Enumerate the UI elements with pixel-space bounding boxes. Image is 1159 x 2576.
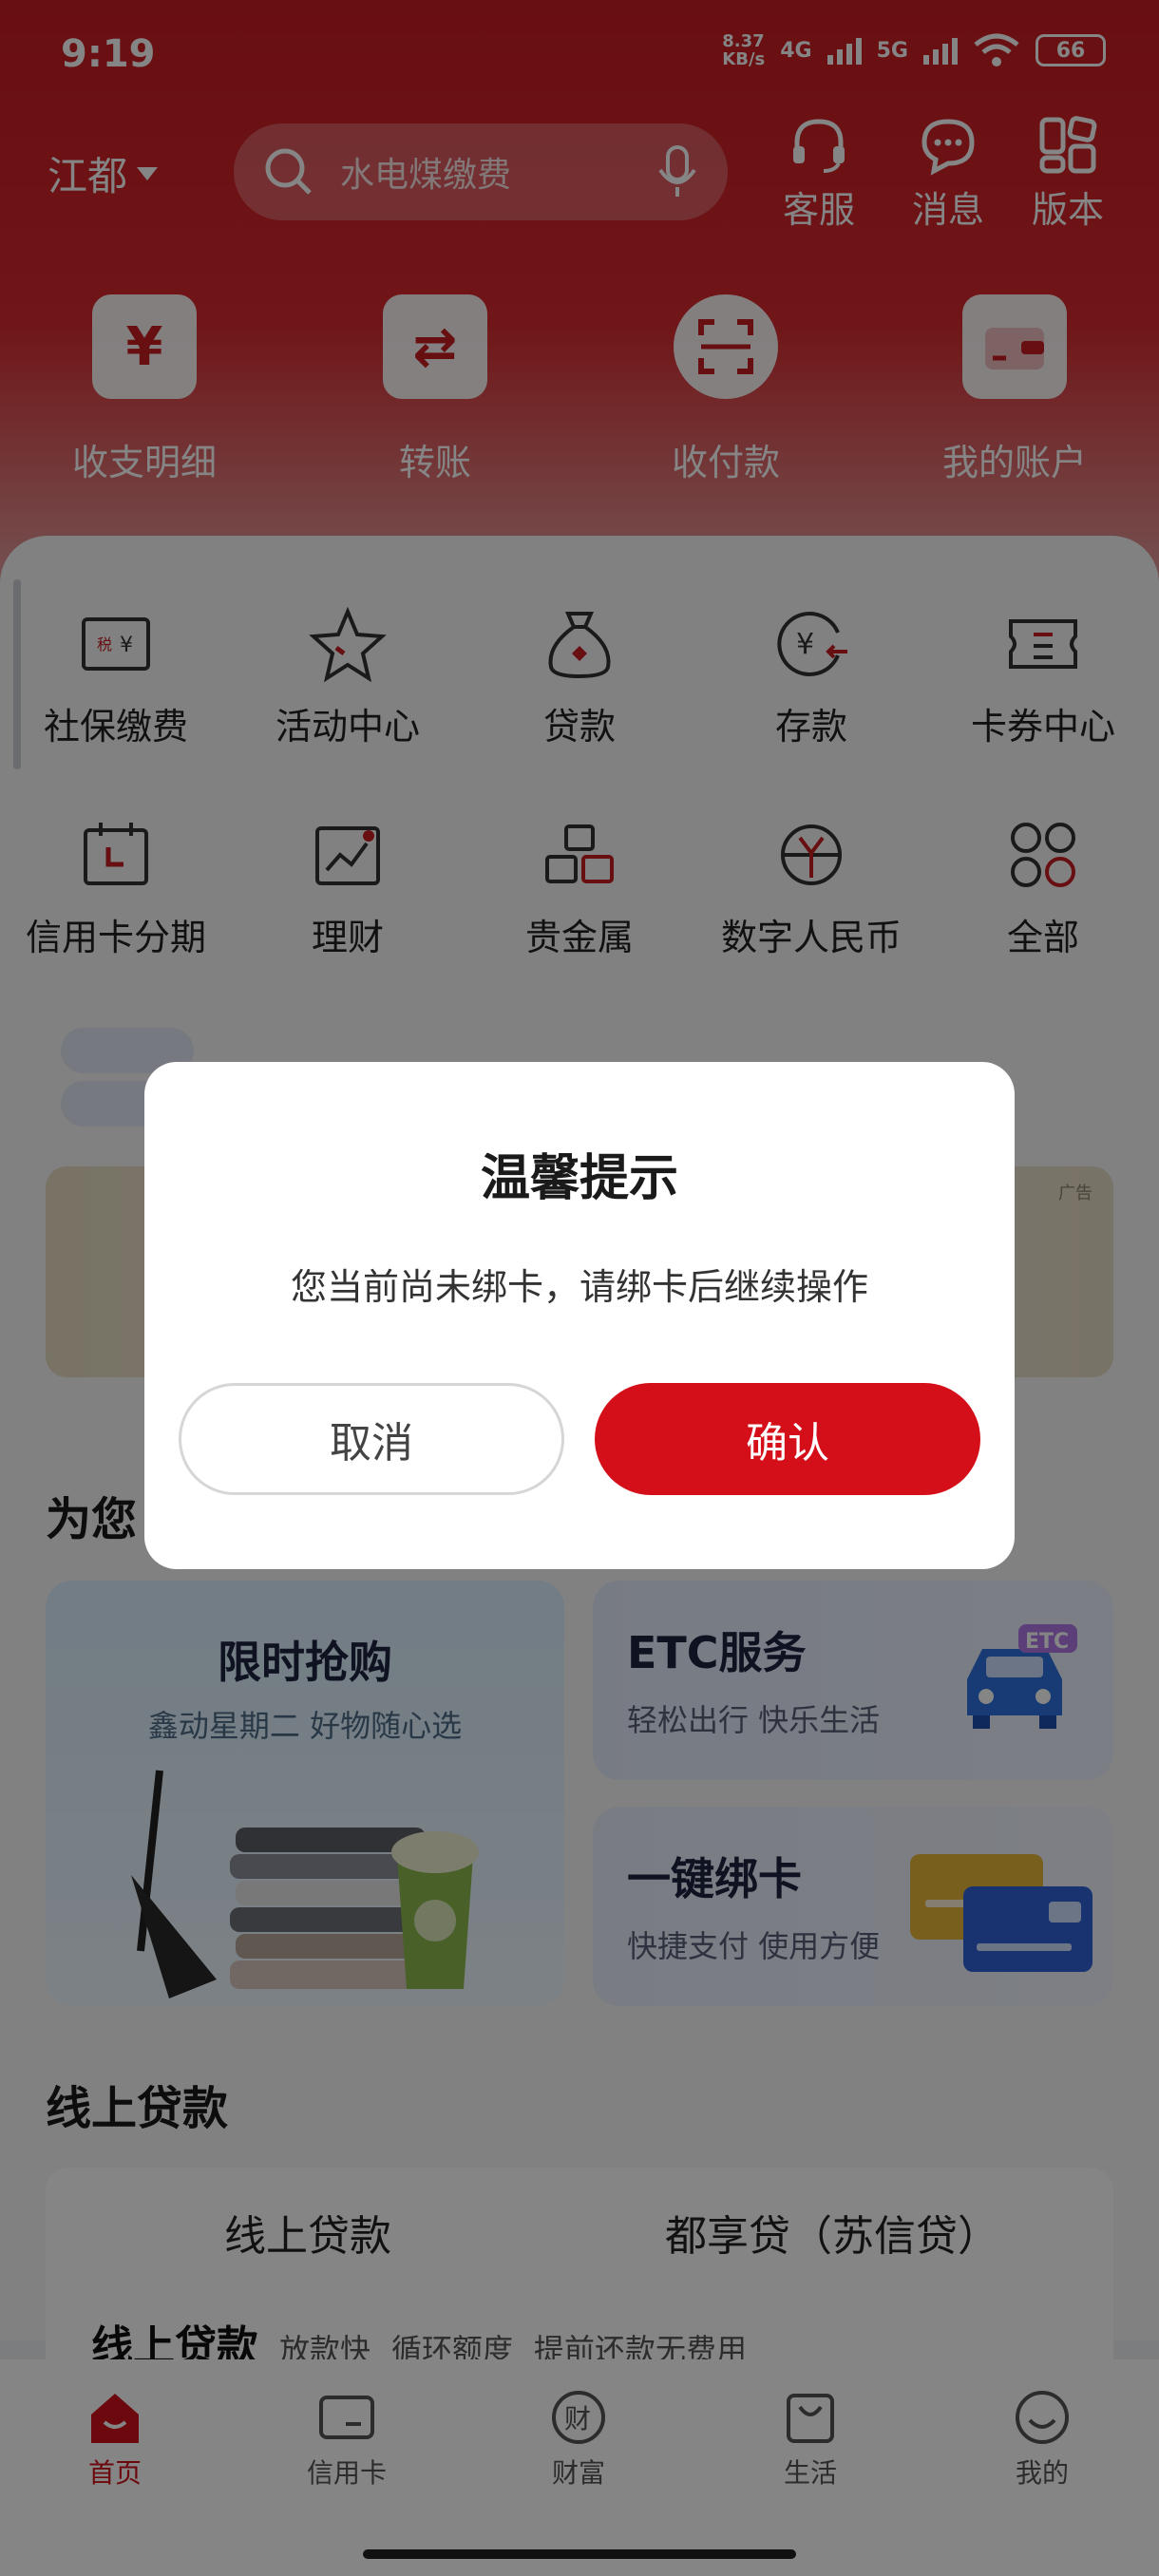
dialog-title: 温馨提示	[480, 1150, 678, 1207]
dialog-message: 您当前尚未绑卡，请绑卡后继续操作	[290, 1266, 868, 1308]
alert-dialog: 温馨提示 您当前尚未绑卡，请绑卡后继续操作 取消 确认	[144, 1062, 1015, 1569]
confirm-button[interactable]: 确认	[595, 1383, 980, 1495]
home-indicator[interactable]	[363, 2549, 796, 2559]
cancel-button[interactable]: 取消	[179, 1383, 564, 1495]
